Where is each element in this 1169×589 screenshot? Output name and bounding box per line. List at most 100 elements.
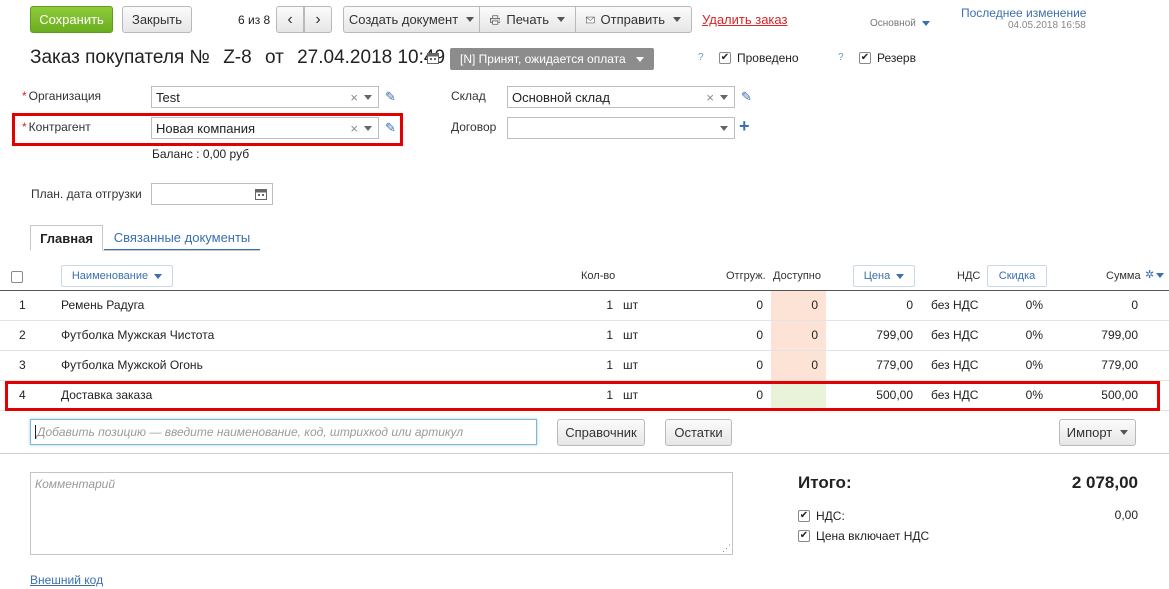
item-qty[interactable]: 1 bbox=[553, 381, 613, 410]
title-prefix: Заказ покупателя № bbox=[30, 47, 210, 68]
item-discount[interactable]: 0% bbox=[1000, 381, 1043, 410]
item-vat: без НДС bbox=[931, 358, 979, 372]
status-select[interactable]: [N] Принят, ожидается оплата bbox=[450, 48, 654, 70]
profile-label: Основной bbox=[870, 18, 916, 29]
item-qty[interactable]: 1 bbox=[553, 291, 613, 320]
chevron-left-icon: ‹ bbox=[287, 10, 293, 28]
item-available: 0 bbox=[771, 321, 826, 350]
chevron-down-icon[interactable] bbox=[720, 126, 728, 131]
item-price[interactable]: 799,00 bbox=[833, 321, 913, 350]
item-vat: без НДС bbox=[931, 328, 979, 342]
page-title: Заказ покупателя № Z-8 от 27.04.2018 10:… bbox=[30, 47, 445, 69]
item-shipped: 0 bbox=[756, 388, 763, 402]
discount-column-header[interactable]: Скидка bbox=[987, 265, 1047, 287]
item-vat: без НДС bbox=[931, 388, 979, 402]
item-qty[interactable]: 1 bbox=[553, 321, 613, 350]
create-document-button[interactable]: Создать документ bbox=[343, 6, 480, 33]
item-sum: 0 bbox=[1131, 298, 1138, 312]
send-button[interactable]: Отправить bbox=[575, 6, 692, 33]
chevron-down-icon[interactable] bbox=[364, 95, 372, 100]
chevron-down-icon[interactable] bbox=[720, 95, 728, 100]
price-column-header[interactable]: Цена bbox=[853, 265, 915, 287]
last-change-date: 04.05.2018 16:58 bbox=[1008, 20, 1086, 31]
import-button[interactable]: Импорт bbox=[1059, 419, 1136, 446]
order-date[interactable]: 27.04.2018 10:49 bbox=[297, 47, 445, 68]
next-button[interactable]: › bbox=[304, 6, 332, 33]
item-discount[interactable]: 0% bbox=[1000, 321, 1043, 350]
item-unit: шт bbox=[623, 358, 639, 372]
clear-icon[interactable]: × bbox=[350, 90, 358, 105]
comment-textarea[interactable]: Комментарий ⋰ bbox=[30, 472, 733, 555]
price-includes-vat-checkbox[interactable]: ✔ bbox=[798, 530, 810, 542]
add-contract-icon[interactable]: + bbox=[739, 116, 750, 137]
edit-pencil-icon[interactable]: ✎ bbox=[385, 120, 399, 135]
stock-button[interactable]: Остатки bbox=[665, 419, 732, 446]
item-sum: 779,00 bbox=[1101, 358, 1138, 372]
item-price[interactable]: 0 bbox=[833, 291, 913, 320]
counterparty-field[interactable]: Новая компания × bbox=[151, 117, 379, 139]
vat-checkbox[interactable]: ✔ bbox=[798, 510, 810, 522]
order-number[interactable]: Z-8 bbox=[223, 47, 252, 68]
table-row[interactable]: 3 Футболка Мужской Огонь 1 шт 0 0 779,00 без НД… bbox=[0, 351, 1169, 381]
help-icon[interactable]: ? bbox=[698, 52, 704, 63]
calendar-icon[interactable] bbox=[255, 188, 267, 200]
edit-pencil-icon[interactable]: ✎ bbox=[741, 89, 755, 104]
chevron-down-icon bbox=[673, 17, 681, 22]
clear-icon[interactable]: × bbox=[350, 121, 358, 136]
save-button[interactable]: Сохранить bbox=[30, 6, 113, 33]
item-discount[interactable]: 0% bbox=[1000, 351, 1043, 380]
item-unit: шт bbox=[623, 388, 639, 402]
item-shipped: 0 bbox=[756, 328, 763, 342]
row-number: 1 bbox=[19, 298, 26, 312]
delete-order-link[interactable]: Удалить заказ bbox=[702, 12, 787, 27]
reserve-checkbox[interactable]: ✔ bbox=[859, 52, 871, 64]
tab-related-documents[interactable]: Связанные документы bbox=[104, 225, 260, 250]
item-qty[interactable]: 1 bbox=[553, 351, 613, 380]
posted-checkbox[interactable]: ✔ bbox=[719, 52, 731, 64]
last-change-link[interactable]: Последнее изменение bbox=[961, 6, 1086, 20]
item-sum: 799,00 bbox=[1101, 328, 1138, 342]
resize-handle-icon[interactable]: ⋰ bbox=[722, 543, 731, 554]
table-row[interactable]: 1 Ремень Радуга 1 шт 0 0 0 без НДС 0% 0 bbox=[0, 291, 1169, 321]
shipped-column-header: Отгруж. bbox=[726, 270, 766, 282]
help-icon[interactable]: ? bbox=[838, 52, 844, 63]
name-column-header[interactable]: Наименование bbox=[61, 265, 173, 287]
external-code-link[interactable]: Внешний код bbox=[30, 573, 103, 587]
item-name: Доставка заказа bbox=[61, 388, 153, 402]
close-button[interactable]: Закрыть bbox=[122, 6, 192, 33]
add-position-input[interactable]: Добавить позицию — введите наименование,… bbox=[30, 419, 537, 445]
chevron-down-icon[interactable] bbox=[364, 126, 372, 131]
counterparty-label: * Контрагент bbox=[22, 120, 91, 134]
text-cursor bbox=[35, 425, 36, 439]
contract-field[interactable] bbox=[507, 117, 735, 139]
table-row[interactable]: 2 Футболка Мужская Чистота 1 шт 0 0 799,00 без … bbox=[0, 321, 1169, 351]
total-value: 2 078,00 bbox=[1071, 473, 1138, 492]
item-discount[interactable]: 0% bbox=[1000, 291, 1043, 320]
profile-select[interactable]: Основной bbox=[870, 18, 930, 29]
column-settings-icon[interactable]: ✲ bbox=[1145, 268, 1165, 281]
row-number: 2 bbox=[19, 328, 26, 342]
item-price[interactable]: 500,00 bbox=[833, 381, 913, 410]
edit-pencil-icon[interactable]: ✎ bbox=[385, 89, 399, 104]
calendar-icon[interactable] bbox=[427, 52, 439, 64]
prev-button[interactable]: ‹ bbox=[276, 6, 304, 33]
select-all-checkbox[interactable] bbox=[11, 271, 23, 283]
section-divider bbox=[0, 453, 1169, 454]
vat-column-header: НДС bbox=[957, 270, 981, 282]
name-header-label: Наименование bbox=[71, 270, 149, 282]
contract-label: Договор bbox=[451, 120, 497, 134]
warehouse-field[interactable]: Основной склад × bbox=[507, 86, 735, 108]
catalog-button[interactable]: Справочник bbox=[557, 419, 645, 446]
clear-icon[interactable]: × bbox=[706, 90, 714, 105]
title-from: от bbox=[264, 47, 284, 68]
table-row[interactable]: 4 Доставка заказа 1 шт 0 500,00 без НДС 0% 500,0… bbox=[0, 381, 1169, 411]
ship-date-field[interactable] bbox=[151, 183, 273, 205]
item-available: 0 bbox=[771, 351, 826, 380]
print-button[interactable]: Печать bbox=[479, 6, 576, 33]
envelope-icon bbox=[586, 16, 595, 23]
tab-main[interactable]: Главная bbox=[30, 225, 103, 251]
row-number: 3 bbox=[19, 358, 26, 372]
chevron-right-icon: › bbox=[315, 10, 321, 28]
org-field[interactable]: Test × bbox=[151, 86, 379, 108]
item-price[interactable]: 779,00 bbox=[833, 351, 913, 380]
